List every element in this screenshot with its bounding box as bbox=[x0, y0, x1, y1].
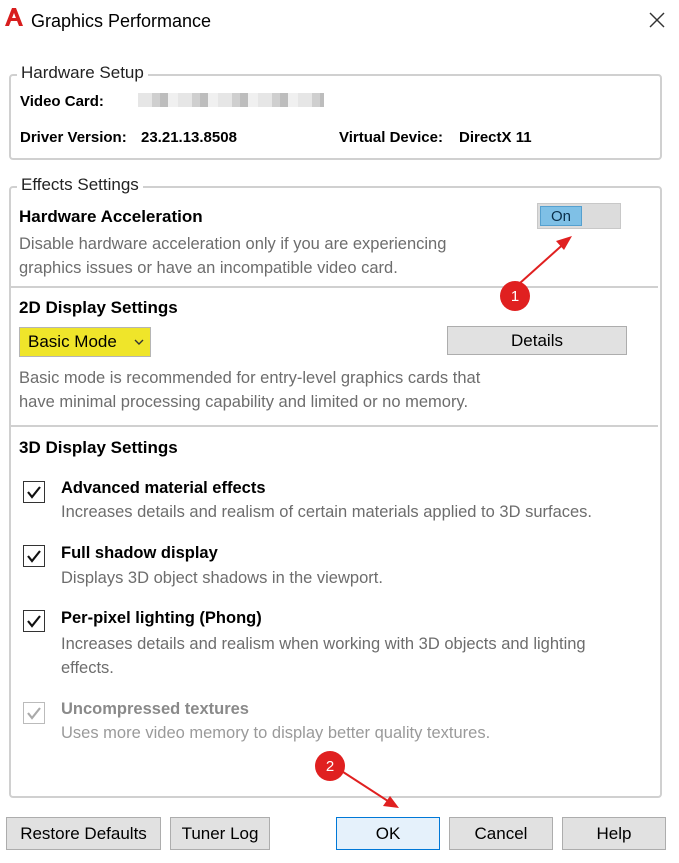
tuner-log-button[interactable]: Tuner Log bbox=[170, 817, 270, 850]
hardware-acceleration-desc-2: graphics issues or have an incompatible … bbox=[19, 259, 398, 277]
full-shadow-display-checkbox[interactable] bbox=[23, 545, 45, 567]
window-title: Graphics Performance bbox=[31, 11, 212, 31]
annotation-badge-1: 1 bbox=[500, 281, 530, 311]
video-card-value-redacted bbox=[138, 93, 324, 107]
display-3d-title: 3D Display Settings bbox=[19, 438, 178, 457]
option-desc: Increases details and realism when worki… bbox=[61, 635, 586, 653]
option-title: Uncompressed textures bbox=[61, 700, 249, 718]
chevron-down-icon bbox=[134, 339, 144, 345]
restore-defaults-button[interactable]: Restore Defaults bbox=[6, 817, 161, 850]
display-2d-desc-2: have minimal processing capability and l… bbox=[19, 393, 469, 411]
checkmark-icon bbox=[27, 615, 41, 628]
virtual-device-value: DirectX 11 bbox=[459, 129, 532, 146]
checkmark-icon bbox=[27, 707, 41, 720]
section-divider bbox=[11, 286, 658, 288]
ok-button[interactable]: OK bbox=[336, 817, 440, 850]
display-2d-desc-1: Basic mode is recommended for entry-leve… bbox=[19, 369, 481, 387]
effects-settings-legend: Effects Settings bbox=[17, 175, 143, 195]
checkmark-icon bbox=[27, 486, 41, 499]
driver-version-label: Driver Version: bbox=[20, 129, 127, 146]
option-title: Advanced material effects bbox=[61, 479, 266, 497]
display-2d-mode-value: Basic Mode bbox=[28, 332, 117, 351]
video-card-label: Video Card: bbox=[20, 93, 104, 110]
hardware-setup-legend: Hardware Setup bbox=[17, 63, 148, 83]
per-pixel-lighting-checkbox[interactable] bbox=[23, 610, 45, 632]
hardware-acceleration-desc-1: Disable hardware acceleration only if yo… bbox=[19, 235, 447, 253]
hardware-acceleration-title: Hardware Acceleration bbox=[19, 207, 203, 226]
hardware-setup-group: Hardware Setup bbox=[9, 63, 662, 160]
option-desc: effects. bbox=[61, 659, 114, 677]
virtual-device-label: Virtual Device: bbox=[339, 129, 443, 146]
section-divider bbox=[11, 425, 658, 427]
display-2d-mode-select[interactable]: Basic Mode bbox=[19, 327, 151, 357]
driver-version-value: 23.21.13.8508 bbox=[141, 129, 237, 146]
advanced-material-effects-checkbox[interactable] bbox=[23, 481, 45, 503]
title-bar: Graphics Performance bbox=[0, 0, 679, 42]
autocad-logo-icon bbox=[5, 8, 23, 26]
uncompressed-textures-checkbox[interactable] bbox=[23, 702, 45, 724]
toggle-on-label: On bbox=[540, 206, 582, 226]
hardware-acceleration-toggle[interactable]: On bbox=[537, 203, 621, 229]
close-icon bbox=[649, 12, 665, 28]
option-desc: Increases details and realism of certain… bbox=[61, 503, 593, 521]
details-button[interactable]: Details bbox=[447, 326, 627, 355]
help-button[interactable]: Help bbox=[562, 817, 666, 850]
annotation-badge-2: 2 bbox=[315, 751, 345, 781]
option-desc: Uses more video memory to display better… bbox=[61, 724, 491, 742]
close-button[interactable] bbox=[643, 6, 671, 34]
checkmark-icon bbox=[27, 550, 41, 563]
display-2d-title: 2D Display Settings bbox=[19, 298, 178, 317]
cancel-button[interactable]: Cancel bbox=[449, 817, 553, 850]
option-title: Per-pixel lighting (Phong) bbox=[61, 609, 262, 627]
option-desc: Displays 3D object shadows in the viewpo… bbox=[61, 569, 383, 587]
option-title: Full shadow display bbox=[61, 544, 218, 562]
